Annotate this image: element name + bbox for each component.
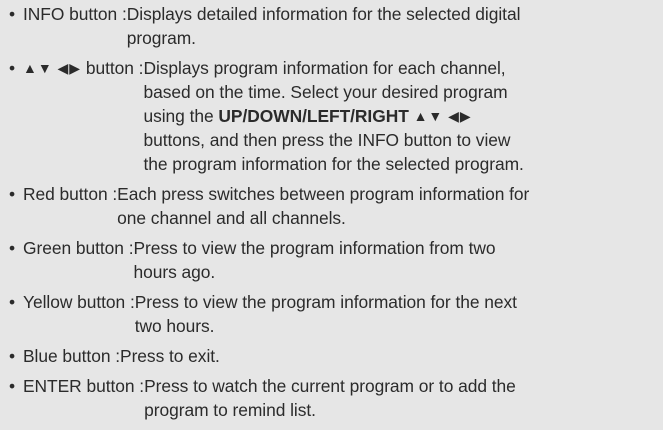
term-arrow-buttons-label: button : [81, 58, 144, 78]
description-line: using the UP/DOWN/LEFT/RIGHT ▲▼ ◀▶ [143, 104, 655, 128]
description-blue-button: Press to exit. [120, 344, 655, 368]
bullet: • [9, 58, 16, 78]
bullet: • [9, 184, 16, 204]
enter-button-item: • ENTER button : Press to watch the curr… [9, 374, 655, 422]
description-red-button: Each press switches between program info… [117, 182, 655, 230]
arrow-buttons-item: • ▲▼ ◀▶ button : Displays program inform… [9, 56, 655, 176]
description-line: Press to watch the current program or to… [144, 376, 516, 396]
description-line: based on the time. Select your desired p… [143, 82, 508, 102]
description-enter-button: Press to watch the current program or to… [144, 374, 655, 422]
description-line: the program information for the selected… [143, 154, 524, 174]
description-line: program. [126, 28, 196, 48]
description-yellow-button: Press to view the program information fo… [135, 290, 655, 338]
description-line: program to remind list. [144, 400, 316, 420]
term-blue-button: Blue button : [23, 346, 121, 366]
description-line: two hours. [134, 316, 215, 336]
bullet: • [9, 292, 16, 312]
bullet: • [9, 346, 16, 366]
term-green-button: Green button : [23, 238, 134, 258]
description-line: Displays detailed information for the se… [126, 4, 521, 24]
description-green-button: Press to view the program information fr… [133, 236, 655, 284]
term-arrow-buttons: ▲▼ ◀▶ button : [23, 56, 144, 80]
green-button-item: • Green button : Press to view the progr… [9, 236, 655, 284]
term-red-button: Red button : [23, 184, 118, 204]
direction-buttons-label: UP/DOWN/LEFT/RIGHT [218, 106, 409, 126]
manual-page: • INFO button : Displays detailed inform… [0, 0, 663, 430]
bullet: • [9, 238, 16, 258]
blue-button-item: • Blue button : Press to exit. [9, 344, 655, 368]
left-right-arrows-icon: ◀▶ [448, 108, 472, 124]
description-arrow-buttons: Displays program information for each ch… [143, 56, 655, 176]
description-line-prefix: using the [143, 106, 219, 126]
term-enter-button: ENTER button : [23, 376, 145, 396]
up-down-arrows-icon: ▲▼ [23, 60, 53, 76]
yellow-button-item: • Yellow button : Press to view the prog… [9, 290, 655, 338]
term-info-button: INFO button : [23, 4, 127, 24]
description-line: buttons, and then press the INFO button … [143, 130, 511, 150]
description-line: Each press switches between program info… [117, 184, 530, 204]
description-line: Press to exit. [120, 346, 220, 366]
left-right-arrows-icon: ◀▶ [57, 60, 82, 76]
red-button-item: • Red button : Each press switches betwe… [9, 182, 655, 230]
bullet: • [9, 376, 16, 396]
description-line: Press to view the program information fr… [133, 238, 496, 258]
term-yellow-button: Yellow button : [23, 292, 135, 312]
description-line: hours ago. [133, 262, 216, 282]
description-line: Press to view the program information fo… [134, 292, 517, 312]
description-info-button: Displays detailed information for the se… [127, 2, 655, 50]
description-line: one channel and all channels. [117, 208, 346, 228]
up-down-arrows-icon: ▲▼ [413, 108, 444, 124]
bullet: • [9, 4, 16, 24]
info-button-item: • INFO button : Displays detailed inform… [9, 2, 655, 50]
description-line: Displays program information for each ch… [143, 58, 506, 78]
